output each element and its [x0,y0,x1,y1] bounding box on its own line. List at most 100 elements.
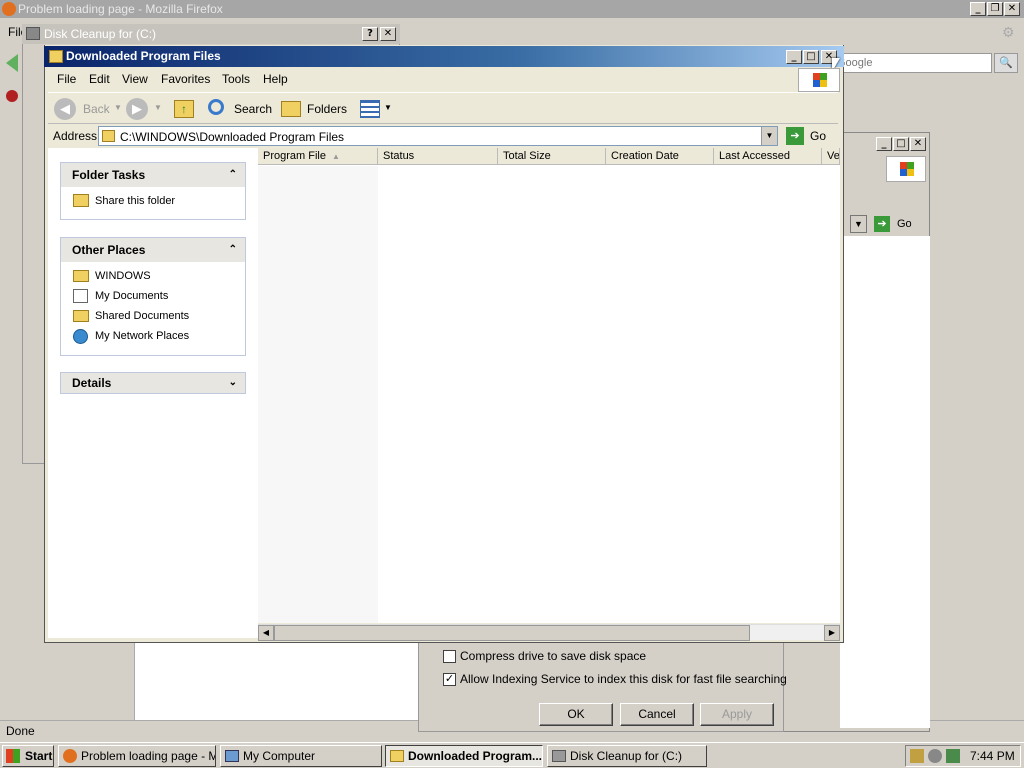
folders-icon [281,101,301,117]
firefox-bookmark-icon [6,90,18,102]
column-status[interactable]: Status [378,148,498,165]
share-folder-link[interactable]: Share this folder [61,191,245,211]
ok-button[interactable]: OK [539,703,613,726]
dc-close-button[interactable]: ✕ [380,27,396,41]
file-list[interactable]: Program File ▲ Status Total Size Creatio… [258,148,840,623]
search-icon[interactable]: 🔍 [994,53,1018,73]
firefox-icon [63,749,77,763]
mc-content [840,236,930,728]
firefox-close-button[interactable]: ✕ [1004,2,1020,16]
views-dropdown-icon: ▼ [384,103,392,112]
views-icon [360,100,380,118]
forward-button[interactable]: ▶ ▼ [124,96,164,122]
go-arrow-icon: ➔ [874,216,890,232]
cancel-button[interactable]: Cancel [620,703,694,726]
explorer-toolbar: ◀ Back ▼ ▶ ▼ ↑ Search Folders ▼ [48,92,838,124]
explorer-maximize-button[interactable]: □ [803,50,819,64]
disk-cleanup-icon [26,27,40,40]
compress-checkbox[interactable] [443,650,456,663]
folder-tasks-panel: Folder Tasks ⌃ Share this folder [60,162,246,220]
firefox-title: Problem loading page - Mozilla Firefox [18,2,223,16]
mc-maximize-button[interactable]: □ [893,137,909,151]
indexing-checkbox[interactable]: ✓ [443,673,456,686]
column-program-file[interactable]: Program File ▲ [258,148,378,165]
tray-icon-2[interactable] [928,749,942,763]
folder-icon [390,750,404,762]
start-button[interactable]: Start [2,745,54,767]
scroll-left-icon[interactable]: ◀ [258,625,274,641]
task-pane: Folder Tasks ⌃ Share this folder Other P… [48,148,258,638]
place-windows[interactable]: WINDOWS [61,266,245,286]
column-version[interactable]: Ve [822,148,840,165]
tray-icon-1[interactable] [910,749,924,763]
system-tray: 7:44 PM [905,745,1021,767]
menu-tools[interactable]: Tools [222,72,250,86]
firefox-page-area [134,636,424,730]
indexing-label: Allow Indexing Service to index this dis… [460,672,787,686]
views-button[interactable]: ▼ [358,96,394,122]
mc-minimize-button[interactable]: _ [876,137,892,151]
task-firefox[interactable]: Problem loading page - M... [58,745,216,767]
scroll-thumb[interactable] [274,625,750,641]
scroll-right-icon[interactable]: ▶ [824,625,840,641]
menu-edit[interactable]: Edit [89,72,110,86]
place-my-network-places[interactable]: My Network Places [61,326,245,346]
collapse-icon[interactable]: ⌃ [229,238,237,262]
mc-windows-logo-icon [886,156,926,182]
column-total-size[interactable]: Total Size [498,148,606,165]
search-button[interactable]: Search [204,96,272,122]
other-places-header[interactable]: Other Places ⌃ [61,238,245,262]
clock: 7:44 PM [970,749,1015,763]
back-button[interactable]: ◀ Back ▼ [52,96,122,122]
mc-address-dropdown-icon[interactable]: ▼ [850,215,867,233]
address-dropdown-icon[interactable]: ▼ [761,127,777,145]
task-my-computer[interactable]: My Computer [220,745,382,767]
address-folder-icon [102,130,115,142]
firefox-back-icon[interactable] [6,54,18,72]
column-last-accessed[interactable]: Last Accessed [714,148,822,165]
mc-close-button[interactable]: ✕ [910,137,926,151]
details-panel: Details ⌄ [60,372,246,394]
go-button[interactable]: ➔ Go [784,126,834,146]
explorer-minimize-button[interactable]: _ [786,50,802,64]
disk-cleanup-icon [552,750,566,762]
menu-help[interactable]: Help [263,72,288,86]
details-header[interactable]: Details ⌄ [61,373,245,393]
computer-icon [225,750,239,762]
dc-help-button[interactable]: ? [362,27,378,41]
back-dropdown-icon: ▼ [114,103,122,112]
firefox-minimize-button[interactable]: _ [970,2,986,16]
collapse-icon[interactable]: ⌃ [229,163,237,187]
folders-button[interactable]: Folders [278,96,348,122]
sort-ascending-icon: ▲ [332,152,340,161]
firefox-restore-button[interactable]: ❐ [987,2,1003,16]
column-creation-date[interactable]: Creation Date [606,148,714,165]
folder-window-icon [49,50,63,63]
apply-button[interactable]: Apply [700,703,774,726]
menu-favorites[interactable]: Favorites [161,72,210,86]
address-field[interactable]: C:\WINDOWS\Downloaded Program Files ▼ [98,126,778,146]
taskbar: Start Problem loading page - M... My Com… [0,742,1024,768]
mc-go-button[interactable]: ➔ Go [872,214,922,234]
folder-tasks-header[interactable]: Folder Tasks ⌃ [61,163,245,187]
up-folder-button[interactable]: ↑ [172,96,198,122]
explorer-menubar: File Edit View Favorites Tools Help [48,68,800,90]
task-downloaded-program-files[interactable]: Downloaded Program... [385,745,543,767]
tray-icon-3[interactable] [946,749,960,763]
firefox-search-field[interactable]: Google [832,53,992,73]
place-shared-documents[interactable]: Shared Documents [61,306,245,326]
disk-cleanup-titlebar: Disk Cleanup for (C:) [22,24,400,44]
status-text: Done [6,724,35,738]
task-disk-cleanup[interactable]: Disk Cleanup for (C:) [547,745,707,767]
horizontal-scrollbar[interactable]: ◀ ▶ [258,624,840,641]
address-value: C:\WINDOWS\Downloaded Program Files [120,130,345,144]
menu-file[interactable]: File [57,72,76,86]
go-arrow-icon: ➔ [786,127,804,145]
explorer-title: Downloaded Program Files [66,49,221,63]
folder-icon [73,270,89,282]
menu-view[interactable]: View [122,72,148,86]
forward-dropdown-icon: ▼ [154,103,162,112]
place-my-documents[interactable]: My Documents [61,286,245,306]
expand-icon[interactable]: ⌄ [229,373,237,393]
share-folder-icon [73,194,89,207]
